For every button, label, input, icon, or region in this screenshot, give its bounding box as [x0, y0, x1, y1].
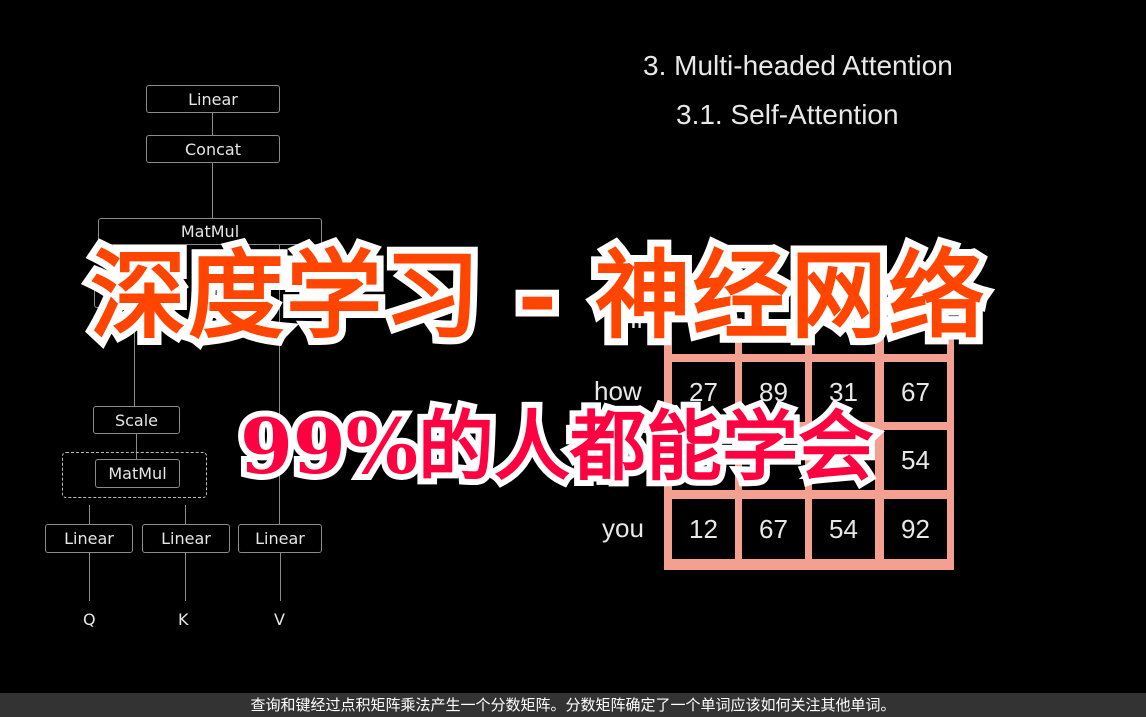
- overlay-title: 深度学习 - 神经网络: [83, 232, 992, 359]
- matrix-cell: 67: [742, 499, 805, 559]
- linear-q-box: Linear: [45, 524, 133, 553]
- arrow: [185, 505, 186, 524]
- overlay-subtitle: 99%的人都能学会: [234, 396, 880, 497]
- arrow: [212, 113, 213, 135]
- concat-box: Concat: [146, 135, 280, 163]
- v-label: V: [274, 610, 285, 629]
- matrix-cell: 54: [884, 430, 947, 490]
- arrow: [185, 553, 186, 601]
- row-label: you: [602, 513, 644, 543]
- arrow: [89, 505, 90, 524]
- arrow: [89, 553, 90, 601]
- q-label: Q: [83, 610, 96, 629]
- caption-subtitle: 查询和键经过点积矩阵乘法产生一个分数矩阵。分数矩阵确定了一个单词应该如何关注其他…: [0, 693, 1146, 717]
- matmul-inner-box: MatMul: [95, 459, 180, 488]
- scale-box: Scale: [93, 406, 180, 434]
- matrix-cell: 67: [884, 362, 947, 422]
- linear-v-box: Linear: [238, 524, 322, 553]
- matrix-cell: 12: [672, 499, 735, 559]
- heading-1: 3. Multi-headed Attention: [643, 50, 953, 81]
- matrix-cell: 92: [884, 499, 947, 559]
- linear-box: Linear: [146, 85, 280, 113]
- arrow: [280, 553, 281, 601]
- matrix-cell: 54: [812, 499, 875, 559]
- linear-k-box: Linear: [142, 524, 230, 553]
- k-label: K: [178, 610, 189, 629]
- heading-2: 3.1. Self-Attention: [676, 99, 899, 130]
- arrow: [212, 163, 213, 218]
